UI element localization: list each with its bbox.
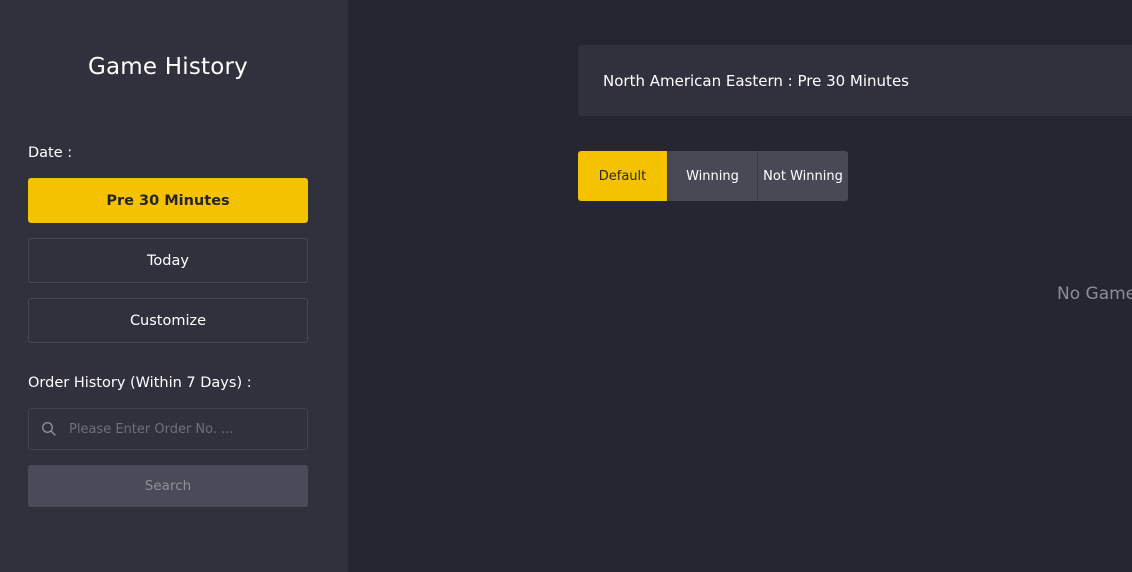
- search-button[interactable]: Search: [28, 465, 308, 507]
- filter-default-button[interactable]: Default: [578, 151, 668, 201]
- date-label: Date :: [28, 145, 73, 161]
- order-number-input[interactable]: [69, 410, 307, 448]
- timezone-range-bar: North American Eastern : Pre 30 Minutes: [578, 45, 1132, 116]
- filter-winning-button[interactable]: Winning: [668, 151, 758, 201]
- customize-button[interactable]: Customize: [28, 298, 308, 343]
- pre-30-minutes-button[interactable]: Pre 30 Minutes: [28, 178, 308, 223]
- game-history-app: Game History Date : Pre 30 Minutes Today…: [0, 0, 1132, 572]
- search-icon: [29, 409, 69, 449]
- sidebar-title: Game History: [87, 54, 248, 80]
- result-filter-group: Default Winning Not Winning: [578, 151, 848, 201]
- sidebar: Game History Date : Pre 30 Minutes Today…: [0, 0, 348, 572]
- order-history-label: Order History (Within 7 Days) :: [28, 375, 252, 391]
- filter-not-winning-button[interactable]: Not Winning: [758, 151, 848, 201]
- order-search-box[interactable]: [28, 408, 308, 450]
- today-button[interactable]: Today: [28, 238, 308, 283]
- empty-state-message: No Game: [1057, 284, 1132, 304]
- timezone-range-text: North American Eastern : Pre 30 Minutes: [603, 71, 909, 90]
